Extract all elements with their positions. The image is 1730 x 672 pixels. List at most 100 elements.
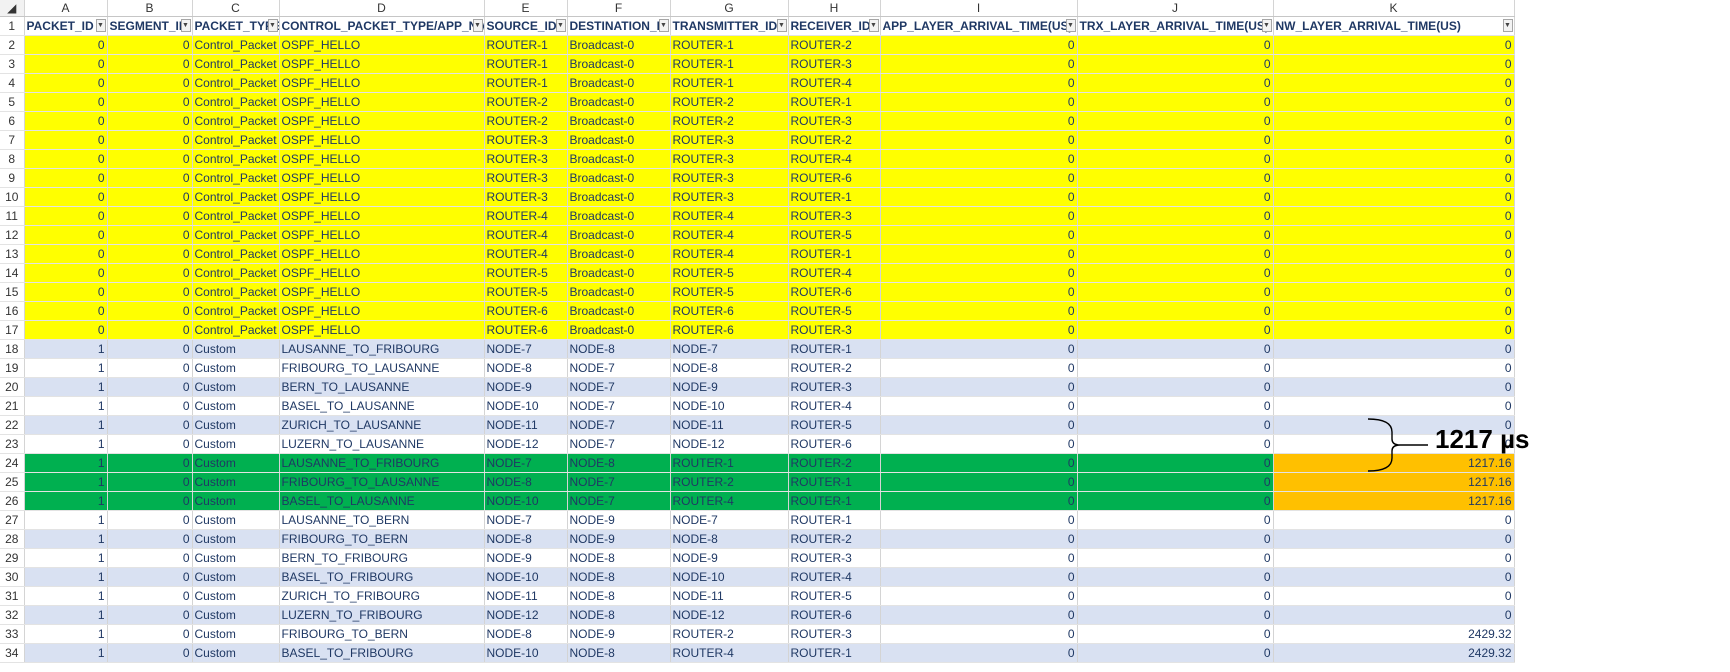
filter-dropdown-icon[interactable]: ▼ [1261, 19, 1272, 32]
table-cell[interactable]: 0 [880, 225, 1078, 245]
table-cell[interactable]: NODE-7 [567, 491, 671, 511]
table-cell[interactable]: ROUTER-6 [788, 434, 881, 454]
table-cell[interactable]: ROUTER-6 [670, 301, 789, 321]
table-cell[interactable]: NODE-9 [567, 624, 671, 644]
table-cell[interactable]: 0 [107, 472, 193, 492]
table-cell[interactable]: NODE-11 [670, 415, 789, 435]
table-cell[interactable]: ROUTER-1 [788, 491, 881, 511]
table-cell[interactable]: ROUTER-3 [670, 168, 789, 188]
table-cell[interactable]: 0 [24, 206, 108, 226]
row-number[interactable]: 29 [0, 548, 25, 568]
table-cell[interactable]: Broadcast-0 [567, 263, 671, 283]
table-cell[interactable]: 0 [1077, 35, 1274, 55]
table-cell[interactable]: Custom [192, 472, 280, 492]
table-cell[interactable]: 0 [107, 586, 193, 606]
table-cell[interactable]: 2429.32 [1273, 643, 1515, 663]
table-cell[interactable]: 1217.16 [1273, 491, 1515, 511]
table-cell[interactable]: 0 [1077, 92, 1274, 112]
table-cell[interactable]: ROUTER-4 [484, 225, 568, 245]
table-cell[interactable]: 0 [880, 206, 1078, 226]
table-cell[interactable]: 0 [1273, 548, 1515, 568]
table-cell[interactable]: 0 [1273, 605, 1515, 625]
table-cell[interactable]: Custom [192, 377, 280, 397]
table-cell[interactable]: ROUTER-1 [788, 472, 881, 492]
table-cell[interactable]: Broadcast-0 [567, 187, 671, 207]
table-cell[interactable]: Control_Packet [192, 130, 280, 150]
table-cell[interactable]: NODE-9 [484, 548, 568, 568]
row-number[interactable]: 14 [0, 263, 25, 283]
table-cell[interactable]: 0 [1273, 567, 1515, 587]
table-cell[interactable]: 0 [1077, 282, 1274, 302]
table-cell[interactable]: 1 [24, 605, 108, 625]
table-cell[interactable]: 0 [880, 301, 1078, 321]
table-cell[interactable]: 0 [1077, 244, 1274, 264]
table-cell[interactable]: 0 [880, 282, 1078, 302]
table-cell[interactable]: 0 [880, 472, 1078, 492]
row-number[interactable]: 31 [0, 586, 25, 606]
table-cell[interactable]: ROUTER-3 [788, 548, 881, 568]
table-cell[interactable]: ROUTER-3 [484, 187, 568, 207]
column-header[interactable]: RECEIVER_ID ▼ [788, 16, 881, 36]
row-number[interactable]: 20 [0, 377, 25, 397]
table-cell[interactable]: 0 [107, 206, 193, 226]
table-cell[interactable]: 0 [107, 339, 193, 359]
table-cell[interactable]: Control_Packet [192, 263, 280, 283]
table-cell[interactable]: ROUTER-2 [670, 92, 789, 112]
table-cell[interactable]: 0 [1273, 54, 1515, 74]
table-cell[interactable]: 0 [1077, 491, 1274, 511]
table-cell[interactable]: ROUTER-6 [788, 605, 881, 625]
table-cell[interactable]: 0 [1273, 320, 1515, 340]
table-cell[interactable]: 0 [1273, 244, 1515, 264]
column-header[interactable]: PACKET_TYPE ▼ [192, 16, 280, 36]
table-cell[interactable]: Broadcast-0 [567, 111, 671, 131]
row-number[interactable]: 33 [0, 624, 25, 644]
filter-dropdown-icon[interactable]: ▼ [1502, 19, 1513, 32]
table-cell[interactable]: ROUTER-3 [670, 130, 789, 150]
table-cell[interactable]: ROUTER-2 [788, 453, 881, 473]
table-cell[interactable]: ROUTER-1 [670, 35, 789, 55]
table-cell[interactable]: BERN_TO_FRIBOURG [279, 548, 485, 568]
table-cell[interactable]: 0 [1077, 130, 1274, 150]
table-cell[interactable]: OSPF_HELLO [279, 263, 485, 283]
table-cell[interactable]: NODE-10 [484, 643, 568, 663]
column-letter-j[interactable]: J [1077, 0, 1274, 17]
table-cell[interactable]: NODE-7 [484, 339, 568, 359]
table-cell[interactable]: OSPF_HELLO [279, 92, 485, 112]
table-cell[interactable]: 0 [24, 73, 108, 93]
table-cell[interactable]: 0 [1077, 510, 1274, 530]
row-number[interactable]: 17 [0, 320, 25, 340]
filter-dropdown-icon[interactable]: ▼ [868, 19, 879, 32]
table-cell[interactable]: 0 [107, 415, 193, 435]
table-cell[interactable]: 0 [107, 301, 193, 321]
table-cell[interactable]: 0 [1077, 377, 1274, 397]
table-cell[interactable]: BASEL_TO_LAUSANNE [279, 396, 485, 416]
table-cell[interactable]: ROUTER-3 [788, 624, 881, 644]
table-cell[interactable]: Custom [192, 491, 280, 511]
table-cell[interactable]: ROUTER-5 [788, 586, 881, 606]
row-number[interactable]: 9 [0, 168, 25, 188]
table-cell[interactable]: ROUTER-2 [788, 130, 881, 150]
table-cell[interactable]: ROUTER-4 [788, 263, 881, 283]
table-cell[interactable]: 0 [24, 225, 108, 245]
table-cell[interactable]: ROUTER-1 [484, 54, 568, 74]
table-cell[interactable]: Broadcast-0 [567, 225, 671, 245]
table-cell[interactable]: FRIBOURG_TO_LAUSANNE [279, 358, 485, 378]
table-cell[interactable]: NODE-8 [567, 339, 671, 359]
table-cell[interactable]: 0 [1077, 548, 1274, 568]
table-cell[interactable]: Broadcast-0 [567, 320, 671, 340]
table-cell[interactable]: Control_Packet [192, 168, 280, 188]
table-cell[interactable]: 0 [880, 111, 1078, 131]
table-cell[interactable]: 0 [107, 453, 193, 473]
table-cell[interactable]: 0 [880, 92, 1078, 112]
table-cell[interactable]: Control_Packet [192, 206, 280, 226]
table-cell[interactable]: 0 [107, 320, 193, 340]
table-cell[interactable]: 0 [107, 130, 193, 150]
table-cell[interactable]: 0 [1077, 206, 1274, 226]
table-cell[interactable]: NODE-9 [670, 377, 789, 397]
column-header[interactable]: CONTROL_PACKET_TYPE/APP_NAME ▼ [279, 16, 485, 36]
table-cell[interactable]: Control_Packet [192, 282, 280, 302]
column-header[interactable]: APP_LAYER_ARRIVAL_TIME(US) ▼ [880, 16, 1078, 36]
table-cell[interactable]: 0 [1077, 396, 1274, 416]
table-cell[interactable]: Control_Packet [192, 187, 280, 207]
table-cell[interactable]: Custom [192, 453, 280, 473]
